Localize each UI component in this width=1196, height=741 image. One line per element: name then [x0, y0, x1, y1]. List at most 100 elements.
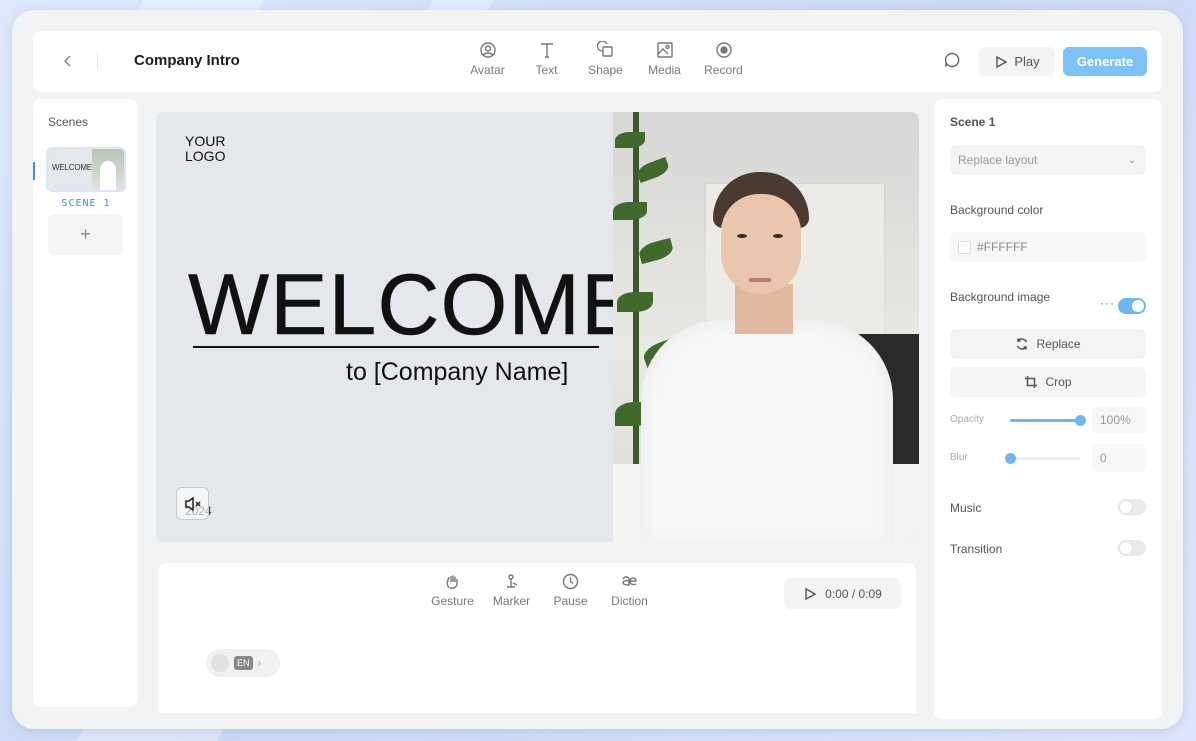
tool-label: Record: [704, 63, 743, 77]
marker-label: Marker: [492, 594, 531, 608]
scene-thumb-text: WELCOME: [52, 163, 92, 172]
mute-button[interactable]: [176, 487, 209, 520]
plant-leaf: [617, 292, 653, 312]
gesture-icon: [446, 575, 458, 589]
avatar-video[interactable]: [613, 112, 919, 542]
voice-language-selector[interactable]: EN ›: [206, 649, 280, 677]
blur-slider[interactable]: [1005, 453, 1080, 464]
shape-icon: [596, 41, 613, 57]
diction-icon: [622, 576, 637, 586]
active-scene-indicator: [33, 162, 35, 180]
opacity-value[interactable]: 100%: [1092, 406, 1146, 434]
tool-label: Media: [648, 63, 681, 77]
play-button[interactable]: Play: [979, 47, 1055, 76]
tool-label: Avatar: [470, 63, 505, 77]
gesture-button[interactable]: Gesture: [423, 573, 482, 608]
music-label: Music: [950, 501, 982, 515]
divider: [97, 53, 98, 69]
avatar-mouth: [749, 278, 771, 282]
properties-panel: Scene 1 Replace layout ⌄ Background colo…: [934, 99, 1162, 719]
back-button[interactable]: [57, 50, 79, 72]
color-swatch[interactable]: [958, 240, 971, 254]
scene-label-1: SCENE 1: [61, 198, 111, 209]
more-options-icon[interactable]: ···: [1100, 296, 1115, 310]
background-color-value: #FFFFFF: [977, 240, 1028, 254]
media-tool-button[interactable]: Media: [635, 41, 694, 77]
crop-label: Crop: [1045, 375, 1072, 389]
play-label: Play: [1014, 54, 1040, 69]
headline-underline: [193, 346, 599, 348]
diction-button[interactable]: Diction: [600, 573, 659, 608]
avatar-icon: [211, 654, 229, 672]
crop-icon: [1025, 376, 1038, 388]
opacity-slider-fill: [1010, 419, 1080, 422]
blur-value[interactable]: 0: [1092, 444, 1146, 472]
diction-label: Diction: [611, 594, 648, 608]
crop-image-button[interactable]: Crop: [950, 367, 1146, 397]
background-image-toggle[interactable]: [1118, 298, 1146, 314]
replace-label: Replace: [1036, 337, 1081, 351]
scenes-panel: Scenes WELCOME SCENE 1 +: [33, 99, 138, 707]
comments-button[interactable]: [943, 51, 965, 73]
opacity-label: Opacity: [950, 414, 984, 425]
subtitle-text[interactable]: to [Company Name]: [346, 358, 568, 387]
preview-play-button[interactable]: 0:00 / 0:09: [784, 578, 901, 609]
text-tool-button[interactable]: Text: [517, 41, 576, 77]
blur-slider-handle[interactable]: [1005, 453, 1016, 464]
avatar-eye: [773, 234, 783, 238]
background-image-label: Background image: [950, 290, 1051, 304]
avatar-eye: [737, 234, 747, 238]
add-scene-button[interactable]: +: [48, 214, 123, 255]
insert-toolbar: Avatar Text Shape Media Record: [458, 41, 753, 77]
scenes-title: Scenes: [48, 115, 89, 129]
transition-toggle[interactable]: [1118, 540, 1146, 556]
music-toggle[interactable]: [1118, 499, 1146, 515]
play-icon: [996, 55, 1008, 68]
marker-button[interactable]: Marker: [482, 573, 541, 608]
plant-leaf: [637, 237, 675, 265]
time-readout: 0:00 / 0:09: [825, 586, 882, 601]
app-window: Company Intro Avatar Text Shape Media Re…: [12, 10, 1183, 729]
top-toolbar: Company Intro Avatar Text Shape Media Re…: [33, 31, 1162, 92]
shape-tool-button[interactable]: Shape: [576, 41, 635, 77]
logo-placeholder[interactable]: YOUR LOGO: [185, 134, 225, 164]
chevron-left-icon: [63, 55, 71, 67]
tool-label: Text: [535, 63, 558, 77]
replace-image-button[interactable]: Replace: [950, 329, 1146, 359]
play-icon: [805, 587, 817, 600]
headline-text[interactable]: WELCOME: [188, 256, 639, 355]
logo-line-1: YOUR: [185, 133, 226, 149]
scene-thumb-photo: [92, 149, 124, 190]
opacity-slider-handle[interactable]: [1075, 415, 1086, 426]
scene-thumbnail-1[interactable]: WELCOME: [46, 147, 126, 192]
pause-label: Pause: [553, 594, 588, 608]
generate-button[interactable]: Generate: [1063, 47, 1147, 76]
opacity-slider[interactable]: [1010, 415, 1086, 426]
blur-label: Blur: [950, 452, 968, 463]
speaker-muted-icon: [184, 496, 201, 511]
scene-canvas[interactable]: YOUR LOGO WELCOME to [Company Name] 2024: [156, 112, 919, 542]
tool-label: Shape: [588, 63, 623, 77]
chevron-right-icon: ›: [257, 656, 262, 670]
text-icon: [540, 43, 553, 58]
background-color-label: Background color: [950, 203, 1044, 217]
chat-bubble-icon: [944, 52, 960, 68]
avatar-icon: [479, 42, 496, 58]
record-tool-button[interactable]: Record: [694, 41, 753, 77]
chevron-down-icon: ⌄: [1127, 154, 1136, 166]
pause-button[interactable]: Pause: [541, 573, 600, 608]
script-toolbar: Gesture Marker Pause Diction: [423, 573, 659, 608]
replace-layout-label: Replace layout: [958, 153, 1038, 167]
plant-leaf: [615, 132, 645, 148]
record-icon: [715, 42, 732, 58]
script-panel: Gesture Marker Pause Diction 0:00 / 0:09…: [158, 563, 916, 713]
clock-icon: [562, 573, 579, 590]
language-badge: EN: [234, 656, 253, 670]
refresh-icon: [1017, 338, 1028, 350]
replace-layout-select[interactable]: Replace layout ⌄: [950, 145, 1146, 175]
avatar-tool-button[interactable]: Avatar: [458, 41, 517, 77]
plant-leaf: [635, 157, 671, 183]
project-title[interactable]: Company Intro: [134, 52, 240, 69]
gesture-label: Gesture: [431, 594, 474, 608]
background-color-field[interactable]: #FFFFFF: [950, 232, 1146, 262]
